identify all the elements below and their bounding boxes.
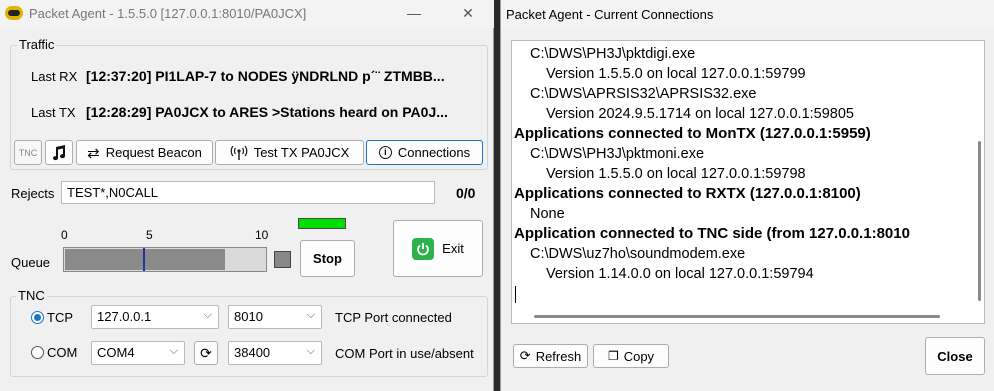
tnc-group-label: TNC (16, 288, 47, 303)
app-logo-icon (5, 6, 23, 20)
connections-text-area[interactable]: C:\DWS\PH3J\pktdigi.exe Version 1.5.5.0 o… (511, 40, 985, 324)
refresh-label: Refresh (535, 348, 582, 364)
connections-title-bar[interactable]: Packet Agent - Current Connections (501, 0, 994, 28)
request-beacon-button[interactable]: ⇄ Request Beacon (76, 140, 213, 165)
connection-app-path: C:\DWS\APRSIS32\APRSIS32.exe (530, 86, 757, 102)
connection-section-header: Application connected to TNC side (from … (514, 225, 910, 242)
connections-window-title: Packet Agent - Current Connections (506, 7, 714, 22)
close-label: Close (937, 348, 973, 364)
com-baud-select[interactable]: 38400 ⌵ (228, 341, 322, 365)
connection-section-header: Applications connected to MonTX (127.0.0… (514, 125, 871, 142)
text-cursor (515, 286, 516, 303)
status-indicator (298, 218, 346, 229)
com-port-select[interactable]: COM4 ⌵ (91, 341, 185, 365)
copy-label: Copy (623, 348, 655, 364)
queue-fill (65, 249, 225, 270)
connections-label: Connections (397, 145, 471, 160)
connections-window: Packet Agent - Current Connections C:\DW… (500, 0, 994, 391)
queue-scale-mid: 5 (146, 228, 153, 242)
tcp-radio[interactable] (31, 311, 44, 324)
connection-app-path: C:\DWS\uz7ho\soundmodem.exe (530, 246, 746, 262)
rejects-input[interactable]: TEST*,N0CALL (61, 181, 435, 204)
exit-button[interactable]: Exit (393, 220, 483, 277)
chevron-down-icon: ⌵ (306, 345, 315, 357)
copy-button[interactable]: ❐ Copy (593, 344, 669, 368)
tcp-status: TCP Port connected (335, 310, 452, 325)
tcp-port-value: 8010 (234, 309, 263, 324)
title-bar[interactable]: Packet Agent - 1.5.5.0 [127.0.0.1:8010/P… (0, 0, 494, 28)
last-rx-value: [12:37:20] PI1LAP-7 to NODES ÿNDRLND p´¨… (86, 68, 445, 84)
com-status: COM Port in use/absent (335, 346, 474, 361)
connection-version-line: Version 2024.9.5.1714 on local 127.0.0.1… (546, 106, 854, 122)
com-port-value: COM4 (97, 345, 135, 360)
refresh-icon: ⟳ (519, 348, 531, 363)
last-tx-label: Last TX (31, 105, 76, 120)
connection-version-line: Version 1.14.0.0 on local 127.0.0.1:5979… (546, 266, 814, 282)
com-label: COM (47, 345, 78, 360)
refresh-icon: ⟳ (200, 344, 212, 361)
vertical-scroll-thumb[interactable] (978, 141, 981, 301)
close-icon[interactable]: ✕ (453, 3, 483, 23)
power-icon (412, 237, 435, 260)
refresh-button[interactable]: ⟳ Refresh (513, 344, 588, 368)
refresh-ports-button[interactable]: ⟳ (194, 341, 218, 365)
swap-arrows-icon: ⇄ (87, 144, 100, 162)
queue-track (63, 247, 267, 272)
queue-status-box (274, 251, 291, 268)
rejects-count: 0/0 (456, 185, 476, 201)
connections-button[interactable]: i Connections (366, 140, 483, 165)
queue-label: Queue (11, 255, 51, 270)
request-beacon-label: Request Beacon (105, 145, 202, 160)
connections-list: C:\DWS\PH3J\pktdigi.exe Version 1.5.5.0 o… (512, 44, 972, 314)
antenna-icon (230, 145, 248, 160)
tcp-host-select[interactable]: 127.0.0.1 ⌵ (91, 305, 219, 329)
stop-button[interactable]: Stop (300, 240, 355, 277)
last-tx-value: [12:28:29] PA0JCX to ARES >Stations hear… (86, 104, 448, 120)
queue-marker (143, 248, 145, 271)
vertical-scrollbar[interactable] (973, 41, 984, 311)
music-note-icon (53, 144, 66, 160)
chevron-down-icon: ⌵ (169, 345, 178, 357)
copy-icon: ❐ (607, 349, 619, 363)
close-button[interactable]: Close (925, 337, 985, 375)
tab-tnc[interactable]: TNC (14, 140, 42, 165)
horizontal-scroll-thumb[interactable] (534, 315, 940, 318)
last-rx-label: Last RX (31, 69, 78, 84)
tcp-host-value: 127.0.0.1 (97, 309, 152, 324)
connection-app-path: C:\DWS\PH3J\pktmoni.exe (530, 146, 705, 162)
sound-button[interactable] (45, 140, 73, 165)
traffic-group-label: Traffic (17, 37, 57, 52)
window-title: Packet Agent - 1.5.5.0 [127.0.0.1:8010/P… (29, 6, 307, 21)
com-radio[interactable] (31, 346, 44, 359)
chevron-down-icon: ⌵ (306, 309, 315, 321)
tcp-port-select[interactable]: 8010 ⌵ (228, 305, 322, 329)
test-tx-button[interactable]: Test TX PA0JCX (215, 140, 364, 165)
main-window: Packet Agent - 1.5.5.0 [127.0.0.1:8010/P… (0, 0, 494, 391)
tnc-tab-label: TNC (18, 147, 38, 158)
connection-app-path: None (530, 206, 565, 222)
stop-label: Stop (313, 251, 342, 266)
queue-scale-max: 10 (255, 228, 269, 242)
rejects-label: Rejects (11, 186, 55, 201)
connection-section-header: Applications connected to RXTX (127.0.0.… (514, 185, 861, 202)
tcp-label: TCP (47, 310, 73, 325)
connection-version-line: Version 1.5.5.0 on local 127.0.0.1:59798 (546, 166, 806, 182)
connection-version-line: Version 1.5.5.0 on local 127.0.0.1:59799 (546, 66, 806, 82)
test-tx-label: Test TX PA0JCX (253, 145, 350, 160)
queue-scale-min: 0 (61, 228, 68, 242)
chevron-down-icon: ⌵ (203, 309, 212, 321)
horizontal-scrollbar[interactable] (512, 311, 984, 323)
connection-app-path: C:\DWS\PH3J\pktdigi.exe (530, 46, 696, 62)
com-baud-value: 38400 (234, 345, 271, 360)
minimize-icon[interactable]: — (399, 3, 429, 23)
info-icon: i (378, 146, 392, 159)
exit-label: Exit (442, 241, 464, 256)
